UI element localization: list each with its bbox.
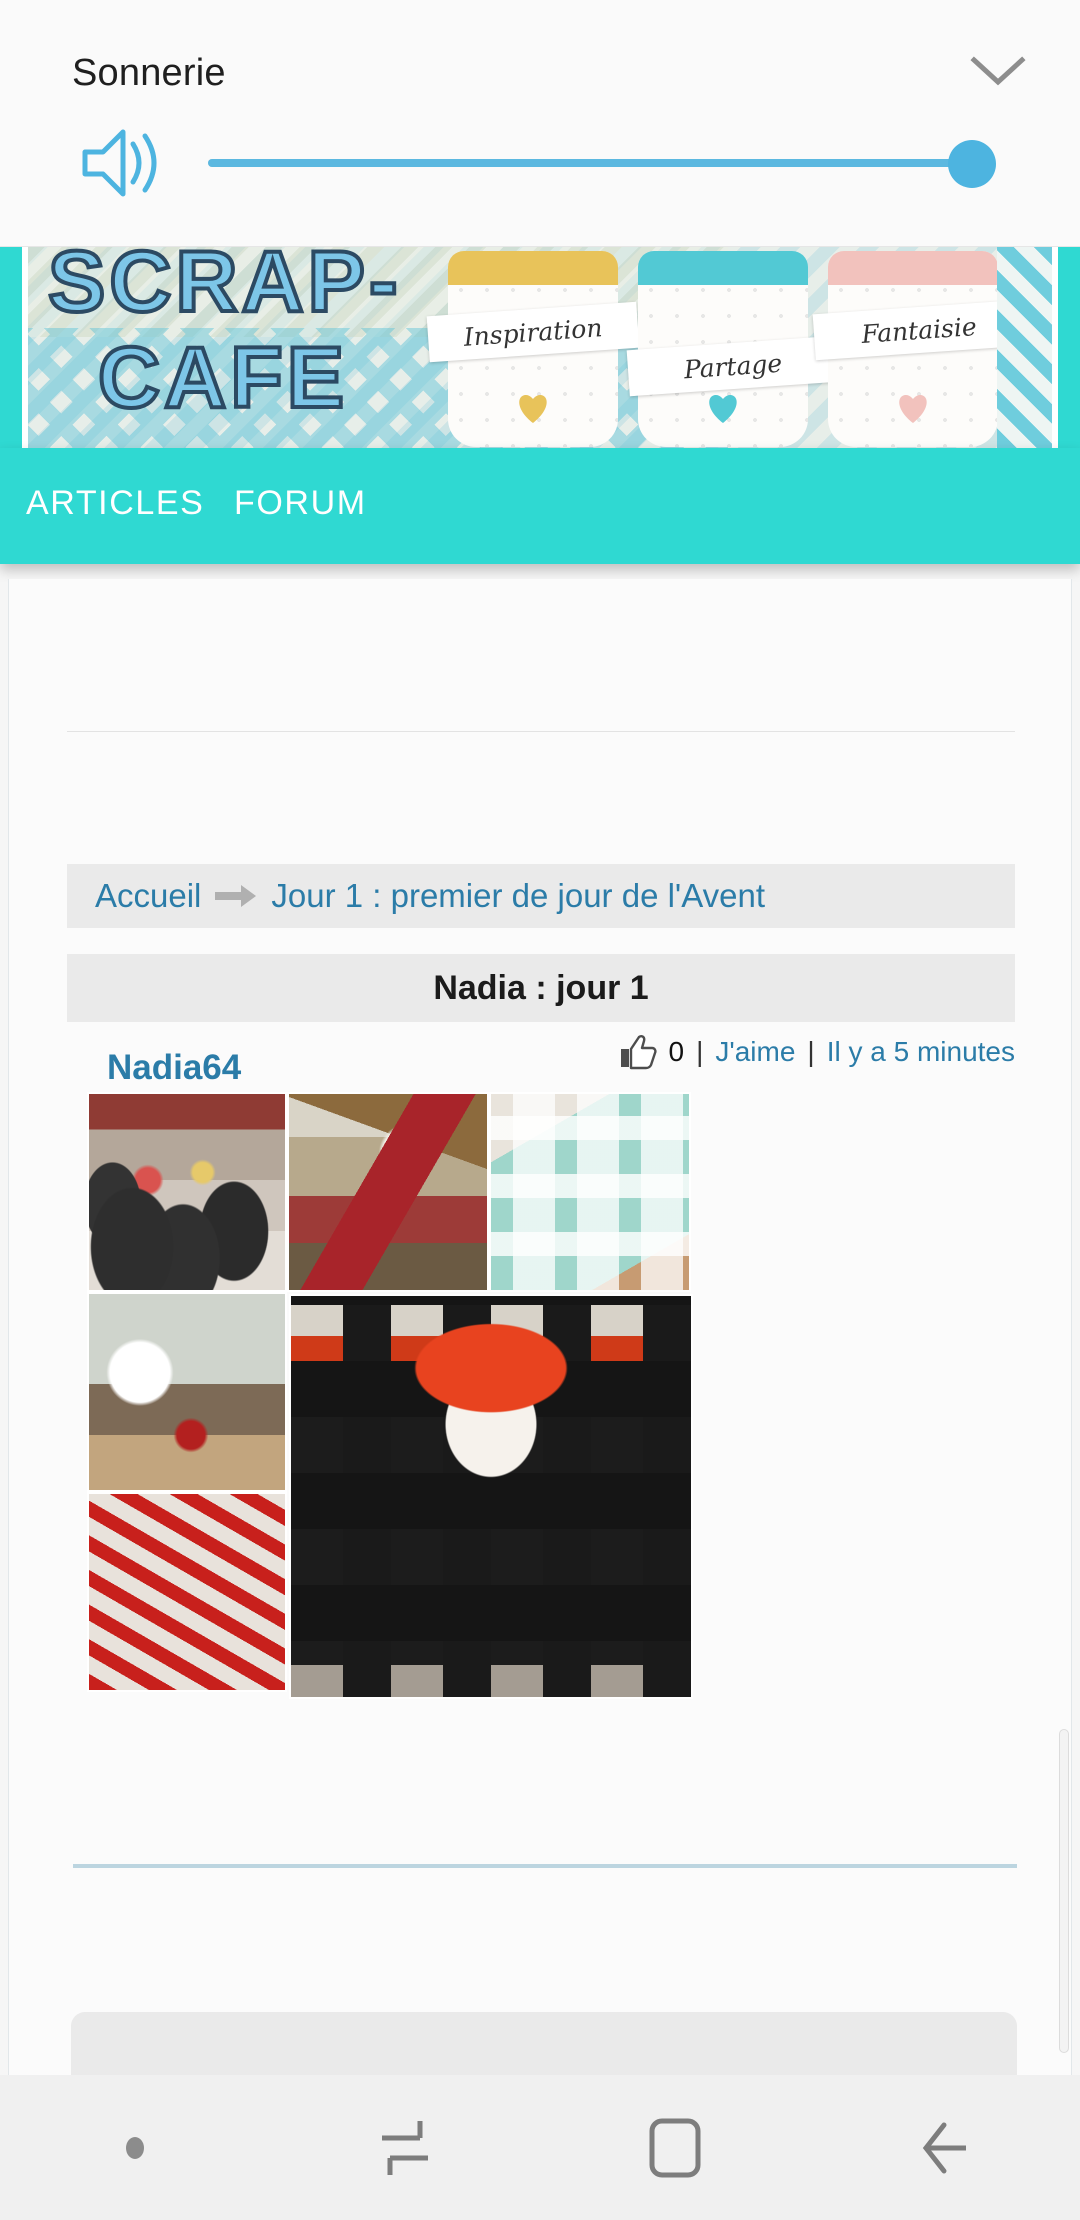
- arrow-right-icon: [215, 883, 257, 909]
- recents-icon[interactable]: [270, 2075, 540, 2220]
- site-banner[interactable]: SCRAP- CAFE Inspiration Partage Fantaisi…: [0, 247, 1080, 448]
- like-count: 0: [668, 1036, 685, 1067]
- post-author-link[interactable]: Nadia64: [107, 1048, 241, 1088]
- back-arrow-icon[interactable]: [810, 2075, 1080, 2220]
- gallery-photo-4[interactable]: [87, 1292, 287, 1492]
- post-timestamp[interactable]: Il y a 5 minutes: [827, 1036, 1015, 1068]
- thumbs-up-icon[interactable]: [619, 1034, 657, 1070]
- site-banner-image: SCRAP- CAFE Inspiration Partage Fantaisi…: [22, 247, 1058, 448]
- content-divider-bottom: [73, 1864, 1017, 1868]
- gallery-photo-5[interactable]: [87, 1492, 287, 1692]
- nav-item-articles[interactable]: ARTICLES: [26, 484, 204, 523]
- meta-separator-1: |: [696, 1036, 704, 1067]
- post-title: Nadia : jour 1: [433, 968, 649, 1007]
- jar-lid: [638, 251, 808, 285]
- home-icon[interactable]: [540, 2075, 810, 2220]
- site-name-line2: CAFE: [96, 330, 349, 426]
- post-meta: 0 | J'aime | Il y a 5 minutes: [619, 1034, 1015, 1070]
- volume-panel-title: Sonnerie: [72, 52, 226, 94]
- heart-icon: [899, 395, 927, 423]
- page-content: Accueil Jour 1 : premier de jour de l'Av…: [8, 579, 1072, 2075]
- like-button[interactable]: J'aime: [715, 1036, 795, 1068]
- slider-fill: [208, 159, 972, 167]
- volume-slider-row: [0, 118, 1080, 208]
- jar-lid: [828, 251, 998, 285]
- heart-icon: [519, 395, 547, 423]
- gallery-photo-1[interactable]: [87, 1092, 287, 1292]
- banner-edge-pattern: [997, 247, 1052, 448]
- browser-page: SCRAP- CAFE Inspiration Partage Fantaisi…: [0, 247, 1080, 2075]
- post-footer-card: [71, 2012, 1017, 2075]
- heart-icon: [709, 395, 737, 423]
- chevron-down-icon[interactable]: [968, 48, 1028, 94]
- gallery-row-1: [87, 1092, 691, 1292]
- site-name-line1: SCRAP-: [46, 247, 402, 330]
- volume-slider[interactable]: [208, 140, 996, 188]
- dot-indicator-icon[interactable]: [0, 2075, 270, 2220]
- breadcrumb-current[interactable]: Jour 1 : premier de jour de l'Avent: [271, 877, 765, 915]
- volume-panel: Sonnerie: [0, 0, 1080, 247]
- jar-lid: [448, 251, 618, 285]
- system-navigation-bar: [0, 2075, 1080, 2220]
- nav-item-forum[interactable]: FORUM: [234, 484, 367, 523]
- dot-indicator-shape: [126, 2136, 144, 2159]
- content-divider-top: [67, 731, 1015, 732]
- gallery-photo-2[interactable]: [287, 1092, 489, 1292]
- slider-thumb[interactable]: [948, 140, 996, 188]
- site-nav: ARTICLES FORUM: [0, 448, 1080, 564]
- post-meta-row: Nadia64 0 | J'aime | Il y a 5 minutes: [67, 1034, 1015, 1098]
- gallery-photo-6[interactable]: [289, 1294, 693, 1699]
- meta-separator-2: |: [807, 1036, 815, 1067]
- breadcrumb: Accueil Jour 1 : premier de jour de l'Av…: [67, 864, 1015, 928]
- post-title-box: Nadia : jour 1: [67, 954, 1015, 1022]
- page-scrollbar[interactable]: [1059, 1729, 1069, 2053]
- gallery-photo-3[interactable]: [489, 1092, 691, 1292]
- breadcrumb-home-link[interactable]: Accueil: [95, 877, 201, 915]
- volume-high-icon[interactable]: [75, 126, 171, 200]
